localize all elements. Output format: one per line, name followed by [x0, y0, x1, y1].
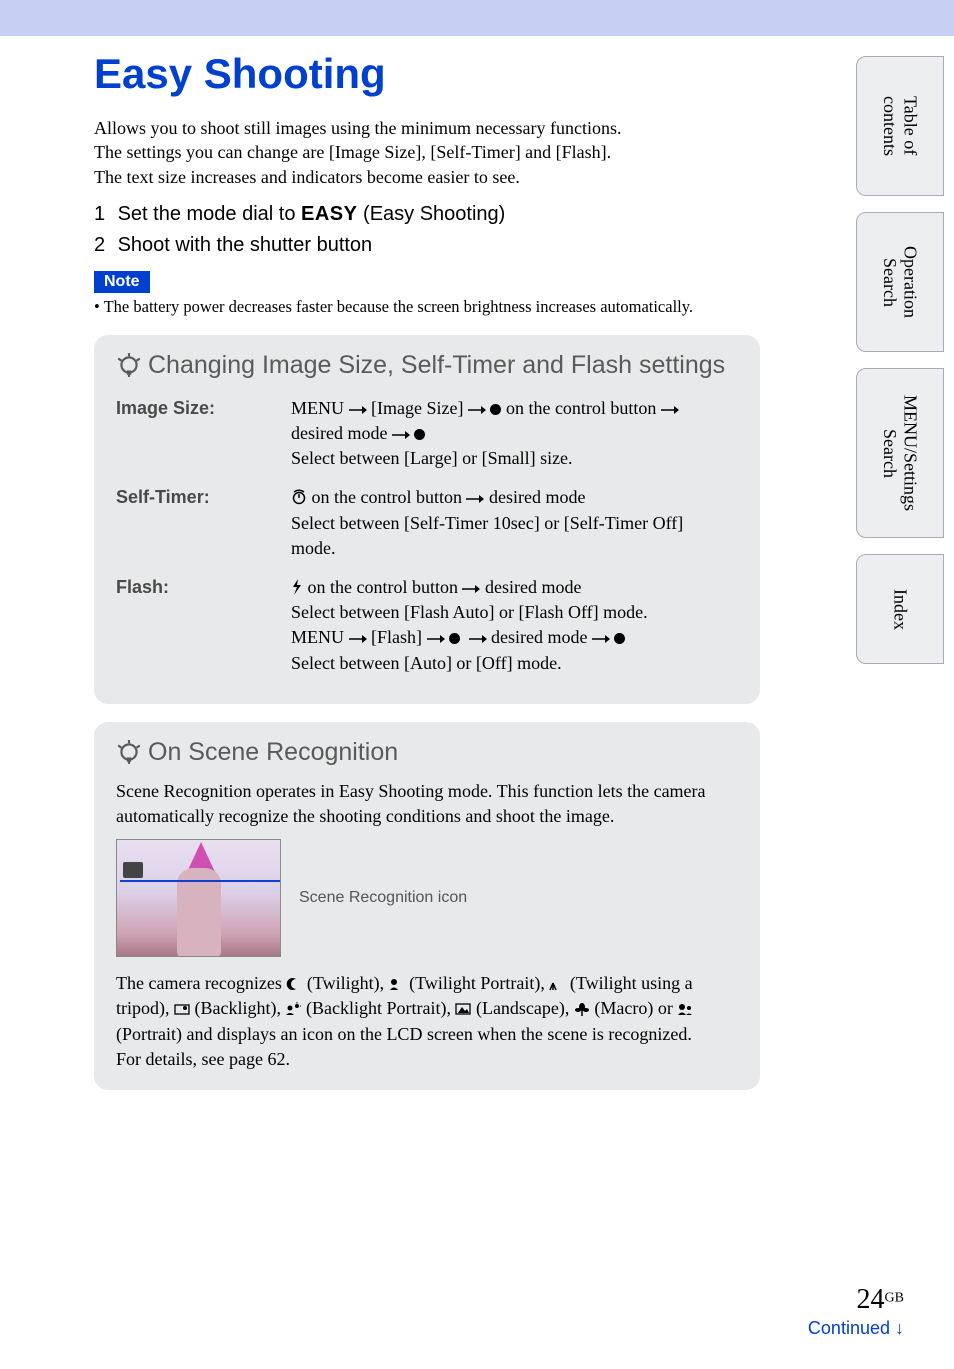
- arrow-right-icon: [592, 634, 610, 644]
- text: on the control button: [312, 487, 467, 507]
- continued-label: Continued ↓: [808, 1318, 904, 1339]
- table-row: Flash: on the control button desired mod…: [116, 571, 738, 686]
- text: on the control button: [506, 398, 661, 418]
- tab-index[interactable]: Index: [856, 554, 944, 664]
- text: (Macro) or: [590, 998, 677, 1018]
- twilight-icon: [286, 977, 302, 991]
- portrait-icon: [677, 1002, 693, 1016]
- top-bar: [0, 0, 954, 36]
- text: (Portrait) and: [116, 1024, 217, 1044]
- easy-mode-icon: EASY: [301, 203, 357, 225]
- side-tabs: Table of contents Operation Search MENU/…: [856, 56, 944, 664]
- tab-operation-search[interactable]: Operation Search: [856, 212, 944, 352]
- text: (Landscape),: [471, 998, 573, 1018]
- tab-menu-settings-search[interactable]: MENU/Settings Search: [856, 368, 944, 538]
- arrow-right-icon: [427, 634, 445, 644]
- tip-icon: [116, 739, 142, 765]
- main-content: Easy Shooting Allows you to shoot still …: [0, 36, 760, 1090]
- down-arrow-icon: ↓: [895, 1318, 904, 1338]
- page-number: 24GB: [808, 1284, 904, 1316]
- continued-text: Continued: [808, 1318, 895, 1338]
- step-text: Set the mode dial to: [118, 203, 301, 225]
- macro-icon: [574, 1002, 590, 1016]
- scene-intro: Scene Recognition operates in Easy Shoot…: [116, 779, 738, 829]
- scene-image-row: Scene Recognition icon: [116, 839, 738, 957]
- note-text: • The battery power decreases faster bec…: [94, 297, 760, 317]
- note-badge: Note: [94, 271, 150, 293]
- center-button-icon: [414, 429, 425, 440]
- footer: 24GB Continued ↓: [808, 1284, 904, 1339]
- table-row: Self-Timer: on the control button desire…: [116, 481, 738, 571]
- row-content: MENU [Image Size] on the control button …: [291, 392, 738, 482]
- tab-table-of-contents[interactable]: Table of contents: [856, 56, 944, 196]
- center-button-icon: [449, 633, 460, 644]
- text: MENU: [291, 627, 349, 647]
- page-title: Easy Shooting: [94, 50, 760, 98]
- table-row: Image Size: MENU [Image Size] on the con…: [116, 392, 738, 482]
- scene-recognition-overlay-icon: [123, 862, 143, 878]
- flash-icon: [291, 579, 303, 595]
- step-text-post: (Easy Shooting): [357, 203, 505, 225]
- text: (Twilight Portrait),: [405, 973, 550, 993]
- row-label: Image Size:: [116, 392, 291, 482]
- landscape-icon: [455, 1002, 471, 1016]
- step-number: 2: [94, 234, 112, 257]
- arrow-right-icon: [349, 405, 367, 415]
- text: desired mode: [491, 627, 592, 647]
- center-button-icon: [490, 404, 501, 415]
- panel-title-text: On Scene Recognition: [148, 738, 398, 767]
- arrow-right-icon: [392, 430, 410, 440]
- text: The camera recognizes: [116, 973, 286, 993]
- text: Select between [Auto] or [Off] mode.: [291, 653, 562, 673]
- backlight-portrait-icon: [285, 1002, 301, 1016]
- scene-body: The camera recognizes (Twilight), (Twili…: [116, 971, 738, 1072]
- arrow-right-icon: [349, 634, 367, 644]
- text: Select between [Large] or [Small] size.: [291, 448, 573, 468]
- panel-title: Changing Image Size, Self-Timer and Flas…: [116, 351, 738, 380]
- center-button-icon: [614, 633, 625, 644]
- step-list: 1 Set the mode dial to EASY (Easy Shooti…: [94, 203, 760, 257]
- arrow-right-icon: [466, 494, 484, 504]
- text: Select between [Flash Auto] or [Flash Of…: [291, 602, 648, 622]
- text: [Image Size]: [371, 398, 468, 418]
- row-content: on the control button desired mode Selec…: [291, 481, 738, 571]
- arrow-right-icon: [468, 405, 486, 415]
- panel-title: On Scene Recognition: [116, 738, 738, 767]
- twilight-tripod-icon: [549, 977, 565, 991]
- text: Select between [Self-Timer 10sec] or [Se…: [291, 513, 683, 558]
- text: MENU: [291, 398, 349, 418]
- step-number: 1: [94, 203, 112, 226]
- row-content: on the control button desired mode Selec…: [291, 571, 738, 686]
- scene-recognition-panel: On Scene Recognition Scene Recognition o…: [94, 722, 760, 1090]
- settings-table: Image Size: MENU [Image Size] on the con…: [116, 392, 738, 686]
- intro-text: Allows you to shoot still images using t…: [94, 116, 760, 189]
- row-label: Self-Timer:: [116, 481, 291, 571]
- step-2: 2 Shoot with the shutter button: [94, 234, 760, 257]
- arrow-right-icon: [469, 634, 487, 644]
- page-region: GB: [885, 1291, 904, 1306]
- text: [Flash]: [371, 627, 427, 647]
- text: (Backlight),: [190, 998, 285, 1018]
- callout-line: [120, 880, 281, 882]
- self-timer-icon: [291, 489, 307, 505]
- text: (Twilight),: [302, 973, 388, 993]
- tip-icon: [116, 352, 142, 378]
- text: desired mode: [489, 487, 585, 507]
- scene-example-image: [116, 839, 281, 957]
- panel-title-text: Changing Image Size, Self-Timer and Flas…: [148, 351, 725, 380]
- step-1: 1 Set the mode dial to EASY (Easy Shooti…: [94, 203, 760, 226]
- page-num-value: 24: [857, 1284, 885, 1315]
- text: (Backlight Portrait),: [301, 998, 455, 1018]
- twilight-portrait-icon: [389, 977, 405, 991]
- step-text: Shoot with the shutter button: [118, 234, 373, 256]
- settings-panel: Changing Image Size, Self-Timer and Flas…: [94, 335, 760, 704]
- arrow-right-icon: [462, 584, 480, 594]
- scene-caption: Scene Recognition icon: [299, 889, 467, 907]
- arrow-right-icon: [661, 405, 679, 415]
- text: desired mode: [291, 423, 392, 443]
- row-label: Flash:: [116, 571, 291, 686]
- text: on the control button: [308, 577, 463, 597]
- text: desired mode: [485, 577, 581, 597]
- backlight-icon: [174, 1002, 190, 1016]
